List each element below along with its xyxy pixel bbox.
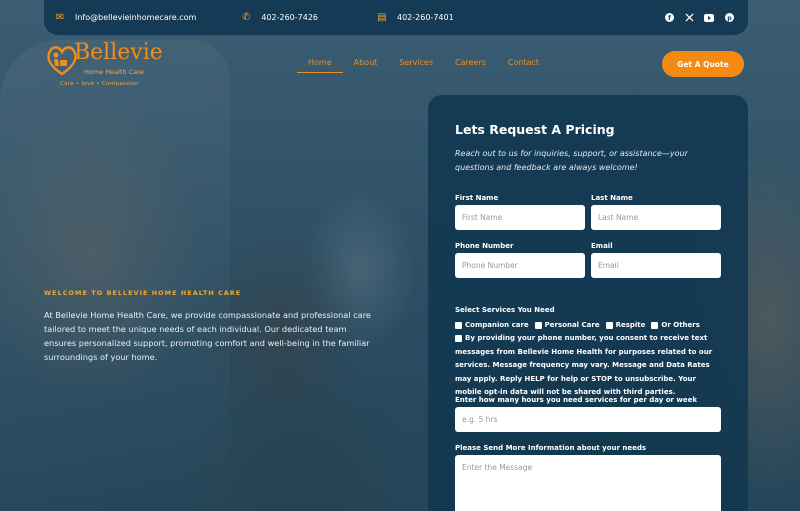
- x-icon[interactable]: [684, 13, 694, 23]
- hours-label: Enter how many hours you need services f…: [455, 396, 698, 404]
- consent-text: By providing your phone number, you cons…: [455, 334, 713, 396]
- checkbox[interactable]: [651, 321, 659, 329]
- phone-text: 402-260-7426: [261, 13, 318, 22]
- social-links: f p: [664, 13, 734, 23]
- svg-text:p: p: [727, 15, 732, 22]
- message-textarea[interactable]: Enter the Message: [455, 455, 721, 511]
- main-nav: Home About Services Careers Contact: [297, 58, 550, 73]
- form-lead: Reach out to us for inquiries, support, …: [455, 149, 688, 172]
- hero-eyebrow: WELCOME TO BELLEVIE HOME HEALTH CARE: [44, 289, 242, 297]
- nav-contact[interactable]: Contact: [497, 58, 550, 73]
- phone-icon: ✆: [242, 12, 251, 23]
- service-option-companion[interactable]: Companion care: [455, 319, 529, 333]
- topbar-phone[interactable]: ✆ 402-260-7426: [240, 12, 318, 23]
- form-title: Lets Request A Pricing: [455, 122, 615, 137]
- checkbox[interactable]: [534, 321, 542, 329]
- svg-text:f: f: [668, 15, 671, 22]
- checkbox[interactable]: [455, 321, 462, 329]
- logo-subtitle: Home Health Care: [84, 68, 144, 76]
- email-input[interactable]: Email: [591, 253, 721, 278]
- services-label: Select Services You Need: [455, 306, 555, 314]
- facebook-icon[interactable]: f: [664, 13, 674, 23]
- phone-label: Phone Number: [455, 242, 514, 250]
- message-label: Please Send More Information about your …: [455, 444, 647, 452]
- fax-text: 402-260-7401: [397, 13, 454, 22]
- first-name-input[interactable]: First Name: [455, 205, 585, 230]
- nav-about[interactable]: About: [343, 58, 389, 73]
- youtube-icon[interactable]: [704, 13, 714, 23]
- nav-home[interactable]: Home: [297, 58, 343, 73]
- checkbox[interactable]: [605, 321, 613, 329]
- logo-tagline: Care • love • Compassion: [60, 81, 139, 87]
- service-option-others[interactable]: Or Others: [651, 319, 700, 333]
- last-name-input[interactable]: Last Name: [591, 205, 721, 230]
- brand-logo[interactable]: Bellevie Home Health Care Care • love • …: [44, 40, 174, 92]
- nav-careers[interactable]: Careers: [444, 58, 497, 73]
- pinterest-icon[interactable]: p: [724, 13, 734, 23]
- topbar-email[interactable]: ✉ Info@bellevieinhomecare.com: [54, 12, 197, 23]
- nav-services[interactable]: Services: [388, 58, 444, 73]
- hero-body: At Bellevie Home Health Care, we provide…: [44, 310, 371, 362]
- email-text: Info@bellevieinhomecare.com: [75, 13, 197, 22]
- pricing-form-card: Lets Request A Pricing Reach out to us f…: [428, 95, 748, 511]
- topbar-fax[interactable]: ▤ 402-260-7401: [376, 12, 454, 23]
- service-option-personal[interactable]: Personal Care: [534, 319, 600, 333]
- top-info-bar: ✉ Info@bellevieinhomecare.com ✆ 402-260-…: [44, 0, 748, 35]
- fax-icon: ▤: [377, 12, 387, 23]
- email-label: Email: [591, 242, 613, 250]
- services-section: Select Services You Need Companion care …: [455, 304, 725, 400]
- service-option-respite[interactable]: Respite: [605, 319, 645, 333]
- consent-checkbox[interactable]: [455, 334, 462, 342]
- first-name-label: First Name: [455, 194, 499, 202]
- sms-consent[interactable]: By providing your phone number, you cons…: [455, 332, 725, 400]
- logo-name: Bellevie: [74, 40, 163, 65]
- hours-input[interactable]: e.g. 5 hrs: [455, 407, 721, 432]
- last-name-label: Last Name: [591, 194, 633, 202]
- email-icon: ✉: [55, 12, 65, 23]
- phone-input[interactable]: Phone Number: [455, 253, 585, 278]
- get-quote-button[interactable]: Get A Quote: [662, 51, 744, 77]
